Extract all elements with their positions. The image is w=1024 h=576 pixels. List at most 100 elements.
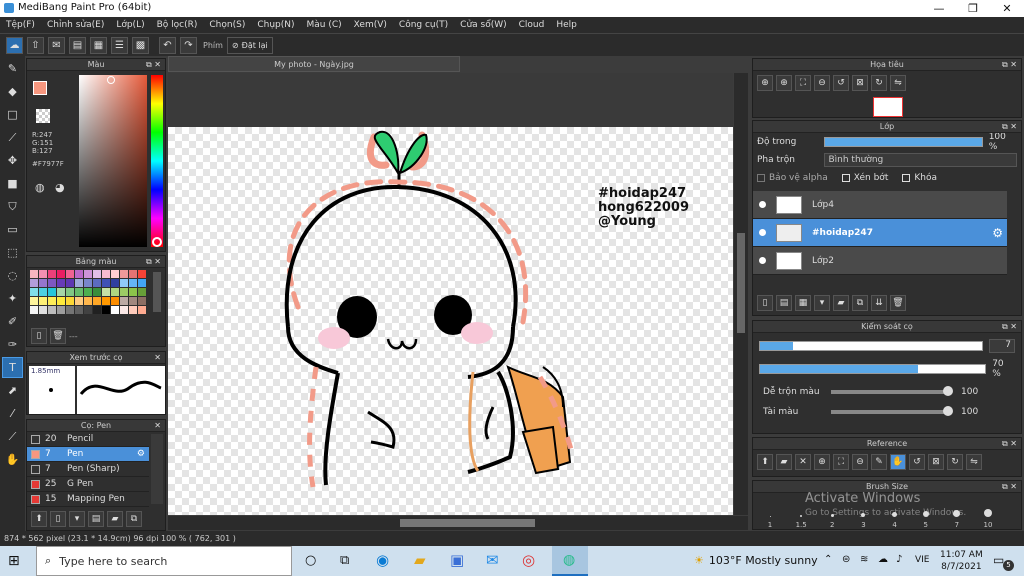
canvas-horizontal-scrollbar[interactable] [168, 516, 748, 530]
ref-hand-icon[interactable]: ✋ [890, 454, 906, 470]
medibang-taskbar-button[interactable]: ◍ [552, 546, 588, 576]
ref-fit-icon[interactable]: ⛶ [833, 454, 849, 470]
layer-settings-gear-icon[interactable]: ⚙ [992, 226, 1003, 240]
brush-settings-icon[interactable]: ▤ [88, 511, 104, 527]
brush-size-value[interactable]: 7 [989, 339, 1015, 353]
redo-icon[interactable]: ↷ [180, 36, 197, 54]
palette-swatch[interactable] [129, 306, 137, 314]
zoom-plus-icon[interactable]: ⊕ [776, 75, 792, 91]
fill-rect-tool-icon[interactable]: ■ [2, 173, 23, 194]
language-indicator[interactable]: VIE [915, 555, 930, 565]
palette-swatch[interactable] [93, 270, 101, 278]
new-palette-icon[interactable]: ▯ [31, 328, 47, 344]
reset-view-icon[interactable]: ⊠ [852, 75, 868, 91]
palette-swatch[interactable] [111, 297, 119, 305]
palette-swatch[interactable] [111, 279, 119, 287]
brush-size-preset[interactable]: 3 [852, 499, 874, 529]
ref-zoom-out-icon[interactable]: ⊖ [852, 454, 868, 470]
palette-swatch[interactable] [102, 306, 110, 314]
layer-row[interactable]: Lớp2 [753, 247, 1007, 275]
palette-swatch[interactable] [120, 306, 128, 314]
page-icon[interactable]: ▤ [69, 36, 86, 54]
text-tool-icon[interactable]: T [2, 357, 23, 378]
line-tool-icon[interactable]: ⟋ [2, 127, 23, 148]
brush-size-controls-icon[interactable]: ⧉ ✕ [1002, 481, 1017, 493]
palette-swatch[interactable] [39, 279, 47, 287]
visibility-icon[interactable] [759, 201, 766, 208]
magic-wand-tool-icon[interactable]: ✦ [2, 288, 23, 309]
brush-color-handle[interactable] [943, 406, 953, 416]
brush-size-preset[interactable]: 2 [821, 499, 843, 529]
rotate-right-icon[interactable]: ↻ [871, 75, 887, 91]
brush-list-controls-icon[interactable]: ✕ [154, 420, 161, 432]
minimize-button[interactable]: — [922, 0, 956, 17]
palette-swatch[interactable] [39, 306, 47, 314]
cloud-icon[interactable]: ☁ [6, 36, 23, 54]
menu-cloud[interactable]: Cloud [513, 20, 551, 30]
brush-settings-gear-icon[interactable]: ⚙ [137, 449, 145, 459]
palette-swatch[interactable] [75, 288, 83, 296]
document-tab[interactable]: My photo - Ngày.jpg [168, 56, 460, 72]
brush-item[interactable]: 25 G Pen [27, 477, 149, 492]
palette-swatch[interactable] [57, 288, 65, 296]
drawing-canvas[interactable]: #hoidap247 hong622009 @Young [168, 127, 733, 515]
palette-swatch[interactable] [30, 279, 38, 287]
palette-swatch[interactable] [93, 297, 101, 305]
comment-icon[interactable]: ✉ [48, 36, 65, 54]
palette-swatch[interactable] [48, 288, 56, 296]
brush-item[interactable]: 20 Pencil [27, 432, 149, 447]
palette-swatch[interactable] [48, 270, 56, 278]
new-brush-icon[interactable]: ▯ [50, 511, 66, 527]
menu-file[interactable]: Tệp(F) [0, 20, 41, 30]
document-icon[interactable]: ▦ [90, 36, 107, 54]
brush-item[interactable]: 7 Pen ⚙ [27, 447, 149, 462]
palette-swatch[interactable] [129, 279, 137, 287]
ref-flip-icon[interactable]: ⇋ [966, 454, 982, 470]
canvas-vertical-scrollbar[interactable] [734, 73, 748, 515]
vscroll-thumb[interactable] [737, 233, 745, 333]
duplicate-layer-icon[interactable]: ⧉ [852, 295, 868, 311]
tray-chevron-icon[interactable]: ⌃ [824, 554, 832, 565]
palette-swatch[interactable] [120, 288, 128, 296]
reset-button[interactable]: ⊘ Đặt lại [226, 36, 273, 54]
menu-edit[interactable]: Chỉnh sửa(E) [41, 20, 110, 30]
palette-swatch[interactable] [30, 306, 38, 314]
palette-swatch[interactable] [138, 297, 146, 305]
layer-row-selected[interactable]: #hoidap247 ⚙ [753, 219, 1007, 247]
list-icon[interactable]: ☰ [111, 36, 128, 54]
palette-swatch[interactable] [66, 279, 74, 287]
palette-swatch[interactable] [57, 297, 65, 305]
brush-opacity-slider[interactable] [759, 364, 987, 374]
saturation-value-picker[interactable] [79, 75, 147, 247]
merge-layer-icon[interactable]: ⇊ [871, 295, 887, 311]
ref-reset-icon[interactable]: ⊠ [928, 454, 944, 470]
taskbar-search-box[interactable]: ⌕ Type here to search [36, 546, 292, 576]
new-layer-icon[interactable]: ▯ [757, 295, 773, 311]
brush-control-controls-icon[interactable]: ⧉ ✕ [1002, 321, 1017, 333]
store-icon[interactable]: ▣ [450, 551, 464, 569]
transparent-swatch[interactable] [36, 109, 50, 123]
palette-swatch[interactable] [48, 279, 56, 287]
menu-layer[interactable]: Lớp(L) [110, 20, 150, 30]
palette-swatch[interactable] [84, 288, 92, 296]
palette-swatch[interactable] [30, 270, 38, 278]
palette-swatch[interactable] [57, 270, 65, 278]
task-view-icon[interactable]: ⧉ [340, 553, 349, 568]
new-layer-3-icon[interactable]: ▦ [795, 295, 811, 311]
palette-swatch[interactable] [75, 306, 83, 314]
palette-swatch[interactable] [57, 306, 65, 314]
palette-swatch[interactable] [129, 297, 137, 305]
palette-swatch[interactable] [138, 306, 146, 314]
new-layer-2-icon[interactable]: ▤ [776, 295, 792, 311]
weather-widget[interactable]: ☀ 103°F Mostly sunny [694, 554, 818, 567]
dropper-tool-icon[interactable]: ⟋ [2, 426, 23, 447]
palette-swatch[interactable] [120, 297, 128, 305]
palette-swatch[interactable] [39, 297, 47, 305]
protect-alpha-checkbox[interactable]: Bảo vệ alpha [757, 173, 828, 183]
menu-view[interactable]: Xem(V) [348, 20, 393, 30]
brush-size-slider[interactable] [759, 341, 984, 351]
rect-tool-icon[interactable]: □ [2, 104, 23, 125]
add-brush-icon[interactable]: ⬆ [31, 511, 47, 527]
palette-scrollbar[interactable] [153, 272, 161, 312]
palette-swatch[interactable] [66, 306, 74, 314]
